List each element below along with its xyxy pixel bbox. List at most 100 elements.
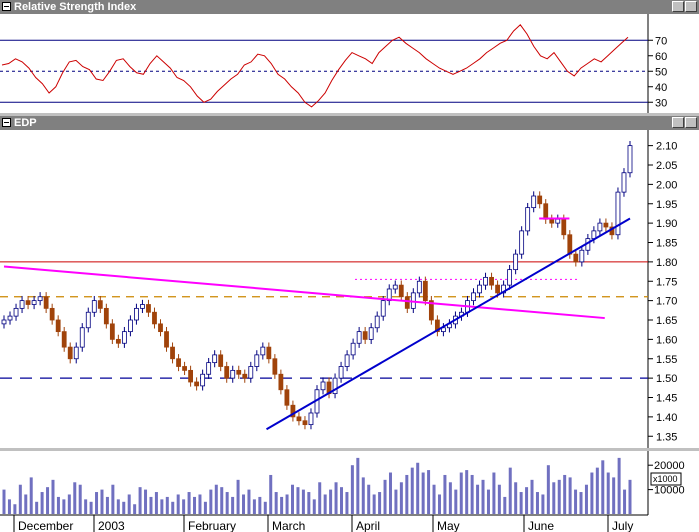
volume-bar <box>62 499 66 514</box>
price-candle-body <box>146 304 151 313</box>
price-candle-body <box>1 319 7 325</box>
volume-bar <box>133 504 137 514</box>
volume-bar <box>29 477 33 514</box>
price-candle-body <box>19 300 25 309</box>
volume-bar <box>378 492 382 514</box>
volume-bar <box>356 457 360 514</box>
price-candle-body <box>573 253 579 263</box>
volume-bar <box>73 482 77 514</box>
rsi-chart: 30 40 50 60 70 <box>0 14 667 113</box>
price-candle-body <box>278 373 284 391</box>
volume-bar <box>514 482 518 514</box>
price-candle-body <box>356 331 362 344</box>
volume-bar <box>182 499 186 514</box>
volume-bar <box>535 492 539 514</box>
volume-bar <box>95 492 99 514</box>
price-candle-body <box>194 381 200 387</box>
price-candle-body <box>55 319 61 333</box>
volume-bar <box>568 477 572 514</box>
price-candle-body <box>398 284 404 298</box>
volume-bar <box>628 479 632 514</box>
volume-bar <box>361 477 365 514</box>
volume-bar <box>100 489 104 514</box>
price-candle-body <box>555 218 561 224</box>
volume-bar <box>89 501 93 514</box>
price-panel-maximize-button[interactable] <box>685 117 697 128</box>
volume-bar <box>329 489 333 514</box>
price-candle-body <box>67 346 73 360</box>
volume-chart: 10000 20000 x1000 December 2003 February March… <box>0 451 685 532</box>
volume-bar <box>416 462 420 514</box>
price-candle-body <box>43 296 49 309</box>
price-candle-body <box>621 172 627 193</box>
volume-bar <box>437 494 441 514</box>
date-axis-label: February <box>188 519 236 532</box>
volume-bar <box>13 504 17 514</box>
rsi-panel-minimize-button[interactable] <box>672 1 684 12</box>
volume-bar <box>470 474 474 514</box>
price-panel-minimize-button[interactable] <box>672 117 684 128</box>
price-candle-body <box>85 311 91 329</box>
price-candle-body <box>236 369 242 375</box>
volume-bar <box>546 465 550 514</box>
price-candle-body <box>374 315 380 329</box>
price-candle-body <box>549 218 555 224</box>
price-candle-body <box>37 296 43 302</box>
volume-bar <box>405 474 409 514</box>
volume-bar <box>165 496 169 514</box>
volume-bar <box>541 494 545 514</box>
price-candle-body <box>338 366 344 379</box>
price-candle-body <box>525 207 531 232</box>
price-candle-body <box>272 358 278 375</box>
rsi-panel-titlebar: Relative Strength Index <box>0 0 699 14</box>
price-tick-label: 2.05 <box>656 160 677 172</box>
volume-bar <box>492 472 496 514</box>
rsi-tick-label: 40 <box>655 82 667 94</box>
rsi-plot-area <box>0 14 648 113</box>
volume-bar <box>291 484 295 514</box>
volume-bar <box>399 482 403 514</box>
rsi-tick-label: 50 <box>655 66 667 78</box>
price-candle-body <box>260 346 266 356</box>
price-candle-body <box>206 362 212 375</box>
volume-bar <box>367 484 371 514</box>
price-candle-body <box>471 292 476 302</box>
volume-bar <box>225 492 229 514</box>
volume-bar <box>209 489 213 514</box>
volume-bar <box>508 467 512 514</box>
volume-bar <box>247 489 251 514</box>
price-candle-body <box>380 300 386 317</box>
price-panel-titlebar: EDP <box>0 116 699 130</box>
price-candle-body <box>254 354 260 367</box>
price-panel-menu-icon[interactable] <box>2 118 11 127</box>
rsi-panel-maximize-button[interactable] <box>685 1 697 12</box>
price-tick-label: 1.85 <box>656 238 677 250</box>
volume-bar <box>388 472 392 514</box>
price-candle-body <box>248 366 254 379</box>
volume-bar <box>612 477 616 514</box>
volume-bar <box>601 460 605 514</box>
volume-bar <box>525 487 529 514</box>
volume-bar <box>486 489 490 514</box>
volume-bar <box>40 492 44 514</box>
price-candle-body <box>392 284 398 290</box>
volume-bar <box>497 484 501 514</box>
price-plot-area <box>0 130 648 448</box>
price-candle-body <box>627 145 633 174</box>
volume-bar <box>35 501 39 514</box>
rsi-panel-menu-icon[interactable] <box>2 2 11 11</box>
volume-bar <box>193 496 197 514</box>
date-axis-label: June <box>528 519 554 532</box>
volume-bar <box>339 487 343 514</box>
volume-bar <box>258 496 262 514</box>
price-candle-body <box>422 280 428 302</box>
volume-bar <box>410 467 414 514</box>
volume-bar <box>606 472 610 514</box>
price-candle-body <box>152 311 157 325</box>
volume-bar <box>171 501 175 514</box>
volume-bar <box>432 484 436 514</box>
rsi-tick-label: 60 <box>655 51 667 63</box>
rsi-tick-label: 70 <box>655 35 667 47</box>
volume-bar <box>203 501 207 514</box>
rsi-panel-title: Relative Strength Index <box>14 1 137 13</box>
